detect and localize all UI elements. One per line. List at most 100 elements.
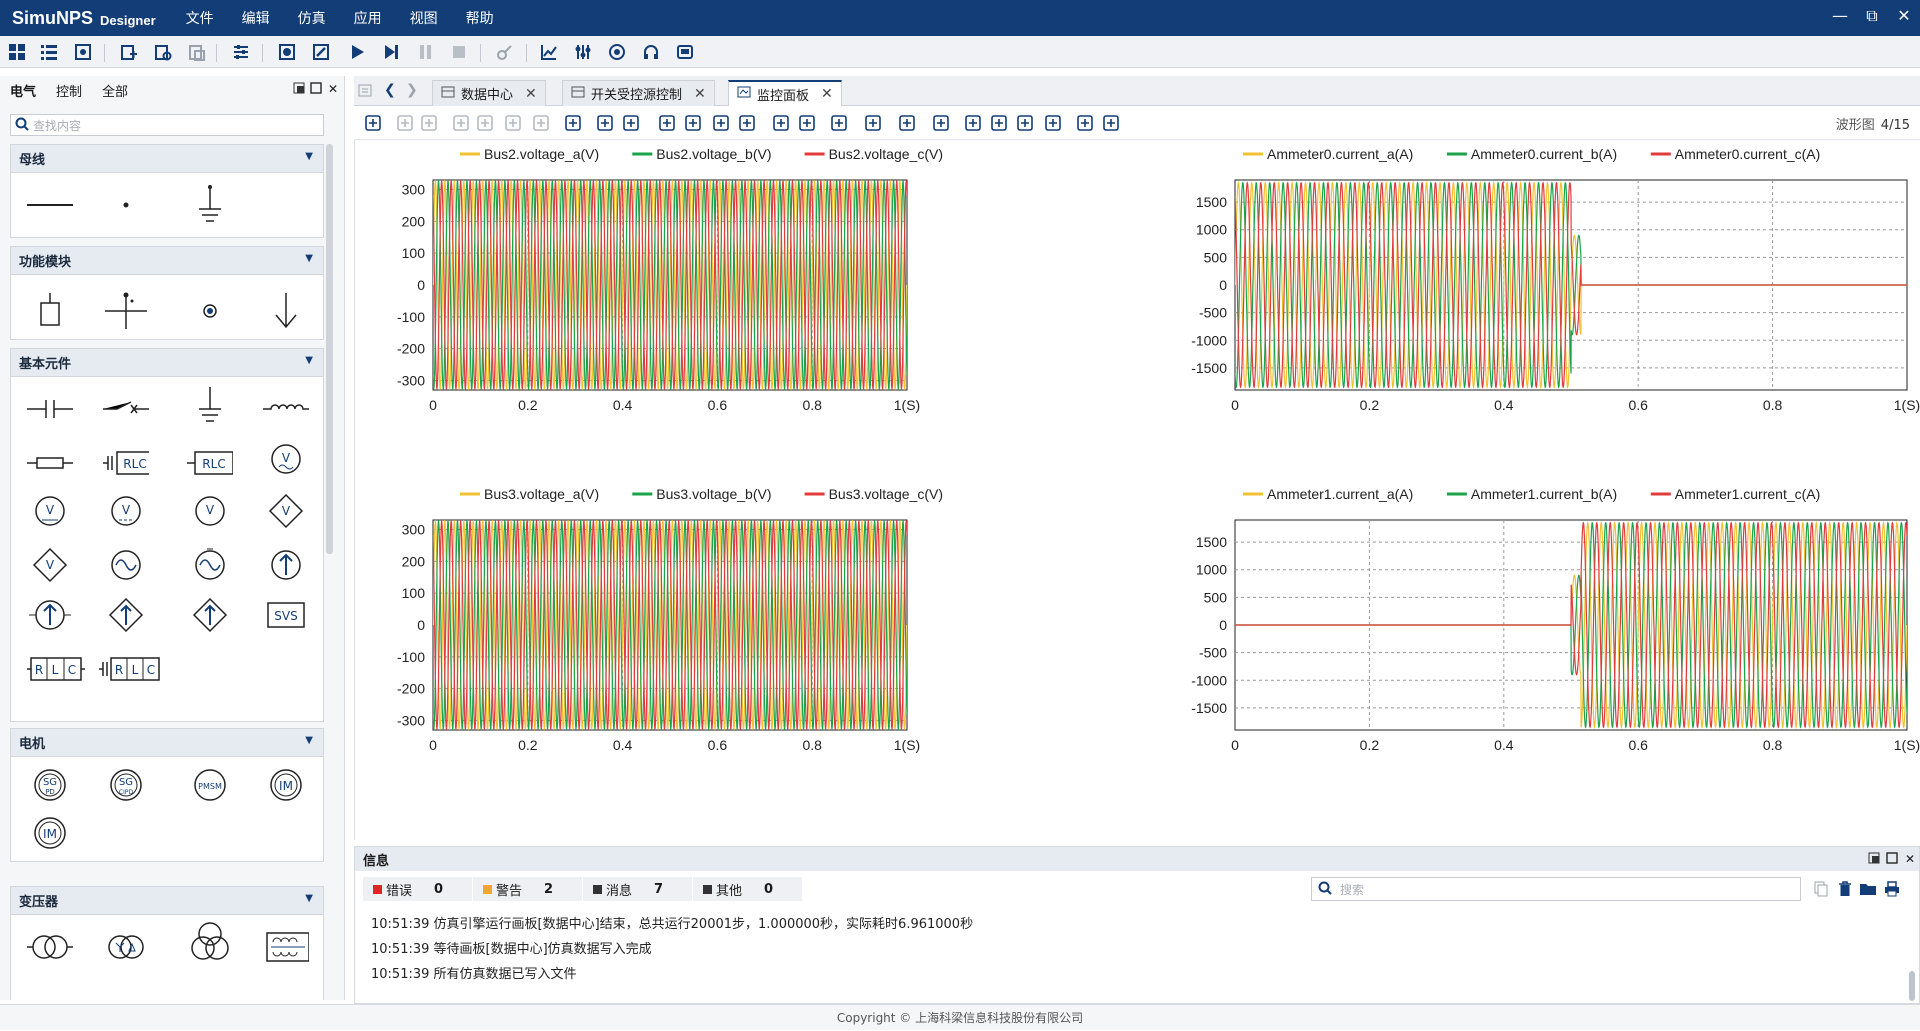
two-winding-transformer-icon[interactable] — [27, 927, 73, 967]
close-panel-icon[interactable]: ✕ — [326, 82, 340, 96]
settings-sliders-icon[interactable] — [230, 41, 252, 63]
voltage-meter-icon[interactable]: V — [187, 491, 233, 531]
component-search-input[interactable]: 查找内容 — [10, 114, 324, 136]
info-search-input[interactable]: 搜索 — [1311, 877, 1801, 901]
paste-icon[interactable] — [502, 112, 524, 134]
rlc-series-icon[interactable]: RLC — [103, 443, 149, 483]
new-board-icon[interactable] — [118, 41, 140, 63]
maximize-panel-icon[interactable] — [309, 82, 323, 96]
core-transformer-icon[interactable] — [263, 927, 309, 967]
copy-board-icon[interactable] — [186, 41, 208, 63]
list-view-icon[interactable] — [38, 41, 60, 63]
fit-horizontal-icon[interactable] — [710, 112, 732, 134]
step-run-icon[interactable] — [380, 41, 402, 63]
chart-bus3-voltage[interactable]: Bus3.voltage_a(V) Bus3.voltage_b(V) Bus3.v… — [355, 480, 1135, 820]
dc-voltage-source-icon[interactable]: V — [103, 491, 149, 531]
category-header[interactable]: 母线 ▼ — [11, 145, 323, 173]
zoom-out-icon[interactable] — [796, 112, 818, 134]
info-scrollbar[interactable] — [1909, 971, 1915, 1001]
category-header[interactable]: 电机 ▼ — [11, 729, 323, 757]
column-layout-icon[interactable] — [828, 112, 850, 134]
node-dot-icon[interactable] — [103, 185, 149, 225]
crosshair-icon[interactable] — [1042, 112, 1064, 134]
resistor-icon[interactable] — [27, 443, 73, 483]
layout-rows-icon[interactable] — [562, 112, 584, 134]
chart-ammeter1-current[interactable]: Ammeter1.current_a(A) Ammeter1.current_b(… — [1135, 480, 1920, 820]
export-icon[interactable] — [962, 112, 984, 134]
fit-vertical-icon[interactable] — [736, 112, 758, 134]
current-source-icon[interactable] — [263, 545, 309, 585]
ac-source-icon[interactable] — [187, 545, 233, 585]
trash-icon[interactable] — [1835, 879, 1855, 899]
tab-electrical[interactable]: 电气 — [10, 81, 36, 100]
chevron-down-icon[interactable]: ▼ — [305, 893, 313, 904]
switch-icon[interactable] — [103, 389, 149, 429]
maximize-panel-icon[interactable] — [1885, 852, 1899, 866]
chevron-down-icon[interactable]: ▼ — [305, 151, 313, 162]
chevron-down-icon[interactable]: ▼ — [305, 355, 313, 366]
filter-error[interactable]: 错误 0 — [363, 877, 473, 901]
sg-cipd-icon[interactable]: SG CIPD — [103, 765, 149, 805]
x-axis-icon[interactable] — [988, 112, 1010, 134]
rlc-shunt-icon[interactable]: RLC — [99, 649, 161, 689]
chart-ammeter0-current[interactable]: Ammeter0.current_a(A) Ammeter0.current_b(… — [1135, 140, 1920, 480]
close-tab-icon[interactable]: ✕ — [694, 86, 706, 102]
tuning-icon[interactable] — [572, 41, 594, 63]
restore-button[interactable]: ⧉ — [1858, 4, 1886, 28]
grid-view-icon[interactable] — [6, 41, 28, 63]
float-panel-icon[interactable] — [292, 82, 306, 96]
connect-icon[interactable] — [494, 41, 516, 63]
monitor-icon[interactable] — [606, 41, 628, 63]
controlled-current-source-icon[interactable] — [103, 595, 149, 635]
category-header[interactable]: 基本元件 ▼ — [11, 349, 323, 377]
inductor-icon[interactable] — [263, 389, 309, 429]
library-scrollbar[interactable] — [326, 144, 333, 554]
diamond-voltage-source-icon[interactable]: V — [27, 545, 73, 585]
svs-icon[interactable]: SVS — [263, 595, 309, 635]
sine-source-icon[interactable] — [103, 545, 149, 585]
menu-file[interactable]: 文件 — [186, 8, 214, 28]
delete-icon[interactable] — [530, 112, 552, 134]
filter-other[interactable]: 其他 0 — [693, 877, 803, 901]
align-right-icon[interactable] — [620, 112, 642, 134]
menu-edit[interactable]: 编辑 — [242, 8, 270, 28]
bus-line-icon[interactable] — [27, 185, 73, 225]
block-icon[interactable] — [27, 291, 73, 331]
close-panel-icon[interactable]: ✕ — [1903, 852, 1917, 866]
filter-warning[interactable]: 警告 2 — [473, 877, 583, 901]
grounded-current-source-icon[interactable] — [27, 595, 73, 635]
probe-icon[interactable] — [187, 291, 233, 331]
headset-icon[interactable] — [640, 41, 662, 63]
menu-view[interactable]: 视图 — [410, 8, 438, 28]
cursor-icon[interactable] — [930, 112, 952, 134]
doc-list-icon[interactable] — [358, 84, 374, 101]
arrow-down-icon[interactable] — [263, 291, 309, 331]
ground-icon[interactable] — [187, 185, 233, 225]
measure-icon[interactable] — [1100, 112, 1122, 134]
copy-log-icon[interactable] — [1811, 879, 1831, 899]
breaker-bar-icon[interactable] — [103, 291, 149, 331]
im-grounded-icon[interactable]: IM — [27, 813, 73, 853]
float-panel-icon[interactable] — [1867, 852, 1881, 866]
rlc-branch-icon[interactable]: RLC — [27, 649, 85, 689]
undo-icon[interactable] — [394, 112, 416, 134]
menu-simulation[interactable]: 仿真 — [298, 8, 326, 28]
tab-switch-control[interactable]: 开关受控源控制 ✕ — [562, 80, 715, 106]
run-icon[interactable] — [346, 41, 368, 63]
refresh-icon[interactable] — [862, 112, 884, 134]
chevron-down-icon[interactable]: ▼ — [305, 735, 313, 746]
minimize-button[interactable]: — — [1826, 4, 1854, 28]
three-winding-transformer-icon[interactable] — [187, 922, 233, 963]
fit-selection-icon[interactable] — [682, 112, 704, 134]
tab-control[interactable]: 控制 — [56, 81, 82, 100]
category-header[interactable]: 变压器 ▼ — [11, 887, 323, 915]
select-area-icon[interactable] — [896, 112, 918, 134]
open-board-icon[interactable] — [152, 41, 174, 63]
align-top-icon[interactable] — [594, 112, 616, 134]
print-icon[interactable] — [1882, 879, 1902, 899]
device-icon[interactable] — [674, 41, 696, 63]
compile-icon[interactable] — [276, 41, 298, 63]
fit-all-icon[interactable] — [656, 112, 678, 134]
menu-help[interactable]: 帮助 — [466, 8, 494, 28]
edit-config-icon[interactable] — [310, 41, 332, 63]
